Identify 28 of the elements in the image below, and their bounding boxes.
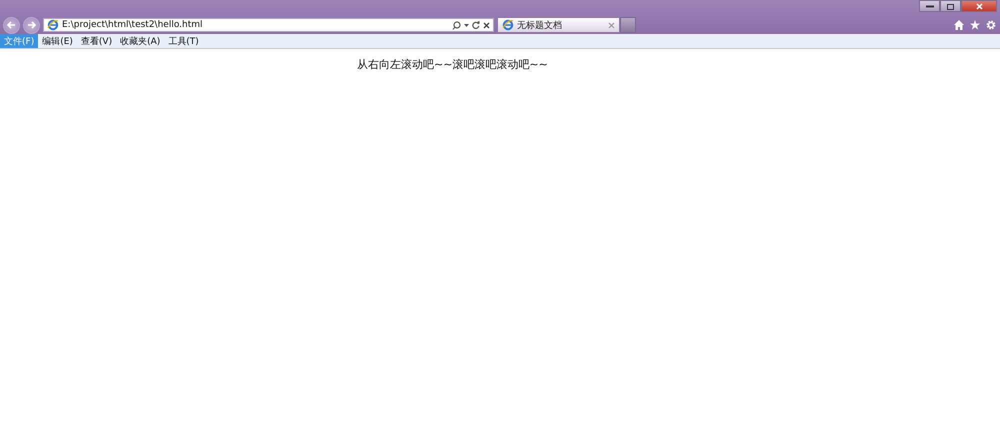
back-arrow-icon [7, 21, 16, 29]
menu-item[interactable]: 工具(T) [164, 34, 203, 48]
star-icon[interactable] [970, 20, 980, 30]
home-icon[interactable] [954, 20, 964, 30]
new-tab-button[interactable] [620, 17, 636, 33]
refresh-icon [472, 21, 480, 29]
menu-item[interactable]: 查看(V) [76, 34, 116, 48]
address-field[interactable]: E:\project\html\test2\hello.html [43, 18, 494, 32]
browser-logo-icon [502, 19, 514, 31]
dropdown-caret-icon [464, 24, 469, 26]
minimize-icon [926, 4, 934, 8]
close-icon [976, 2, 982, 10]
close-button[interactable] [961, 0, 997, 12]
browser-tab[interactable]: 无标题文档 [497, 17, 620, 33]
marquee-text: 从右向左滚动吧~~滚吧滚吧滚动吧~~ [357, 58, 548, 71]
close-tab-icon[interactable] [608, 22, 615, 28]
settings-icon[interactable] [986, 20, 996, 30]
search-icon [452, 20, 461, 30]
stop-icon [483, 22, 490, 28]
menu-item[interactable]: 收藏夹(A) [116, 34, 164, 48]
menu-item[interactable]: 编辑(E) [38, 34, 77, 48]
restore-button[interactable] [940, 0, 961, 12]
forward-button[interactable] [23, 16, 40, 34]
back-button[interactable] [3, 16, 20, 34]
forward-arrow-icon [27, 21, 36, 29]
browser-logo-icon [47, 19, 59, 31]
restore-icon [946, 2, 954, 10]
minimize-button[interactable] [919, 0, 940, 12]
